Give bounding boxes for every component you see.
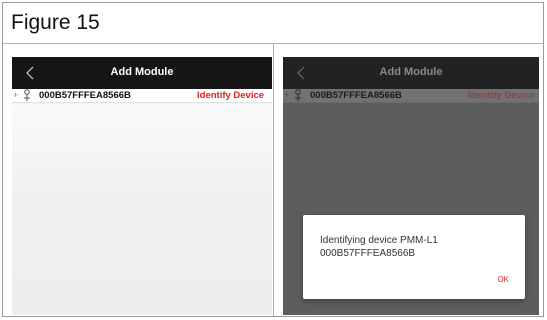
- empty-content-area: [12, 104, 272, 315]
- right-phone-screen: Add Module + 000B57FFFEA8566B Identify D…: [283, 57, 539, 315]
- figure-title: Figure 15: [11, 11, 100, 34]
- screen-title: Add Module: [110, 66, 174, 78]
- device-address: 000B57FFFEA8566B: [310, 90, 402, 101]
- expand-symbol[interactable]: +: [284, 90, 289, 100]
- device-address: 000B57FFFEA8566B: [39, 90, 131, 101]
- identify-device-link[interactable]: Identify Device: [468, 90, 535, 101]
- identifying-dialog: Identifying device PMM-L1 000B57FFFEA856…: [303, 215, 525, 299]
- device-node-icon: [294, 89, 302, 102]
- device-row[interactable]: + 000B57FFFEA8566B Identify Device: [12, 89, 272, 103]
- dialog-device-address: 000B57FFFEA8566B: [320, 248, 416, 259]
- expand-symbol[interactable]: +: [13, 90, 18, 100]
- app-bar: Add Module: [283, 57, 539, 89]
- panel-divider: [273, 43, 274, 316]
- dialog-message: Identifying device PMM-L1: [320, 235, 438, 246]
- app-bar: Add Module: [12, 57, 272, 89]
- ok-button[interactable]: OK: [497, 275, 509, 284]
- device-node-icon: [23, 89, 31, 102]
- left-phone-screen: Add Module + 000B57FFFEA8566B Identify D…: [12, 57, 272, 315]
- identify-device-link[interactable]: Identify Device: [197, 90, 264, 101]
- device-row[interactable]: + 000B57FFFEA8566B Identify Device: [283, 89, 539, 103]
- screen-title: Add Module: [379, 66, 443, 78]
